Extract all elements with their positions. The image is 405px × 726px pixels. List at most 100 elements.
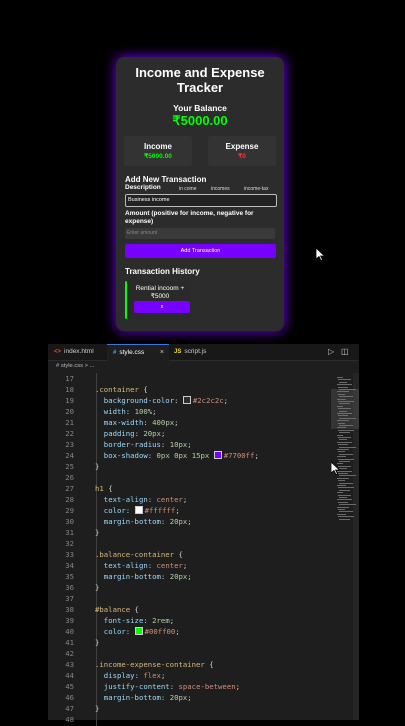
breadcrumb-text: # style.css > ... xyxy=(56,363,95,369)
code-line: 39 font-size: 2rem; xyxy=(48,615,328,626)
run-icon[interactable]: ▷ xyxy=(328,344,334,360)
code-line: 28 text-align: center; xyxy=(48,494,328,505)
minimap-line xyxy=(338,429,354,431)
minimap-line xyxy=(337,499,352,501)
line-number: 34 xyxy=(65,561,74,571)
breadcrumb: # style.css > ... xyxy=(48,361,359,371)
line-number: 46 xyxy=(65,693,74,703)
code-line: 35 margin-bottom: 20px; xyxy=(48,571,328,582)
code-line: 25} xyxy=(48,461,328,472)
minimap-line xyxy=(338,451,345,453)
code-line: 32 xyxy=(48,538,328,549)
minimap-line xyxy=(339,475,356,477)
line-number: 45 xyxy=(65,682,74,692)
line-number: 19 xyxy=(65,396,74,406)
minimap-viewport[interactable] xyxy=(331,389,359,429)
code-line: 34 text-align: center; xyxy=(48,560,328,571)
line-number: 33 xyxy=(65,550,74,560)
line-number: 18 xyxy=(65,385,74,395)
tracker-card: Income and Expense Tracker Your Balance … xyxy=(116,57,284,331)
code-line: 47} xyxy=(48,703,328,714)
minimap-line xyxy=(339,453,353,455)
minimap-line xyxy=(339,511,353,513)
add-transaction-heading: Add New Transaction xyxy=(125,175,207,184)
line-number: 43 xyxy=(65,660,74,670)
autocomplete-suggestion[interactable]: incomes xyxy=(211,186,230,192)
minimap-line xyxy=(339,504,356,506)
line-number: 40 xyxy=(65,627,74,637)
line-number: 24 xyxy=(65,451,74,461)
line-number: 26 xyxy=(65,473,74,483)
line-number: 37 xyxy=(65,594,74,604)
line-number: 42 xyxy=(65,649,74,659)
code-line: 38 #balance { xyxy=(48,604,328,615)
code-line: 24 box-shadow: 0px 0px 15px #7700ff; xyxy=(48,450,328,461)
code-line: 23 border-radius: 10px; xyxy=(48,439,328,450)
minimap-line xyxy=(339,461,350,462)
income-label: Income xyxy=(143,142,172,151)
amount-input[interactable]: Enter amount xyxy=(125,228,275,239)
minimap-line xyxy=(339,439,347,441)
line-number: 27 xyxy=(65,484,74,494)
minimap-line xyxy=(337,377,343,378)
autocomplete-suggestion[interactable]: income-tax xyxy=(244,186,268,192)
minimap-line xyxy=(338,437,351,438)
transaction-text: Rential incoom + ₹5000 xyxy=(135,285,185,300)
delete-transaction-button[interactable]: x xyxy=(134,301,190,313)
minimap-line xyxy=(338,516,354,518)
code-line: 19 background-color: #2c2c2c; xyxy=(48,395,328,406)
expense-label: Expense xyxy=(225,142,259,151)
line-number: 41 xyxy=(65,638,74,648)
code-line: 46 margin-bottom: 20px; xyxy=(48,692,328,703)
minimap-line xyxy=(339,446,356,448)
line-number: 29 xyxy=(65,506,74,516)
balance-amount: ₹5000.00 xyxy=(172,113,228,128)
js-file-icon: JS xyxy=(174,349,182,355)
code-line: 44 display: flex; xyxy=(48,670,328,681)
add-transaction-button[interactable]: Add Transaction xyxy=(125,244,276,258)
code-line: 43 .income-expense-container { xyxy=(48,659,328,670)
line-number: 39 xyxy=(65,616,74,626)
transaction-item: Rential incoom + ₹5000 x xyxy=(125,281,191,319)
minimap-line xyxy=(337,441,352,443)
code-line: 20 width: 100%; xyxy=(48,406,328,417)
close-icon[interactable]: × xyxy=(160,345,164,361)
minimap-line xyxy=(338,501,348,503)
line-number: 30 xyxy=(65,517,74,527)
minimap-line xyxy=(338,458,354,460)
minimap-line xyxy=(338,509,345,510)
tab-script-js[interactable]: JS script.js xyxy=(168,344,226,360)
tab-style-css[interactable]: # style.css × xyxy=(107,344,169,361)
balance-label: Your Balance xyxy=(173,103,227,113)
minimap-line xyxy=(339,381,347,383)
code-line: 21 max-width: 400px; xyxy=(48,417,328,428)
expense-value: ₹0 xyxy=(238,153,246,160)
minimap-line xyxy=(337,506,349,508)
minimap-line xyxy=(338,379,351,381)
autocomplete-suggestion[interactable]: in come xyxy=(179,186,197,192)
description-input[interactable]: Business income xyxy=(125,194,277,207)
code-area[interactable]: 17 18 .container {19 background-color: #2c… xyxy=(48,373,328,726)
code-line: 36} xyxy=(48,582,328,593)
code-editor: <> index.html # style.css × JS script.js ▷ … xyxy=(48,344,359,726)
line-number: 21 xyxy=(65,418,74,428)
line-number: 25 xyxy=(65,462,74,472)
minimap-line xyxy=(337,449,349,450)
minimap-line xyxy=(339,432,350,434)
minimap-line xyxy=(338,487,354,489)
code-line: 18 .container { xyxy=(48,384,328,395)
expense-box: Expense ₹0 xyxy=(208,136,276,166)
amount-label: Amount (positive for income, negative fo… xyxy=(125,210,254,225)
minimap-line xyxy=(338,494,351,496)
income-value: ₹5000.00 xyxy=(144,153,172,160)
tab-index-html[interactable]: <> index.html xyxy=(48,344,107,360)
line-number: 20 xyxy=(65,407,74,417)
minimap-line xyxy=(337,434,343,436)
code-line: 45 justify-content: space-between; xyxy=(48,681,328,692)
split-editor-icon[interactable]: ◫ xyxy=(341,344,349,360)
minimap-line xyxy=(337,513,346,515)
income-box: Income ₹5000.00 xyxy=(124,136,192,166)
line-number: 48 xyxy=(65,715,74,725)
minimap-line xyxy=(339,489,350,491)
line-number: 44 xyxy=(65,671,74,681)
